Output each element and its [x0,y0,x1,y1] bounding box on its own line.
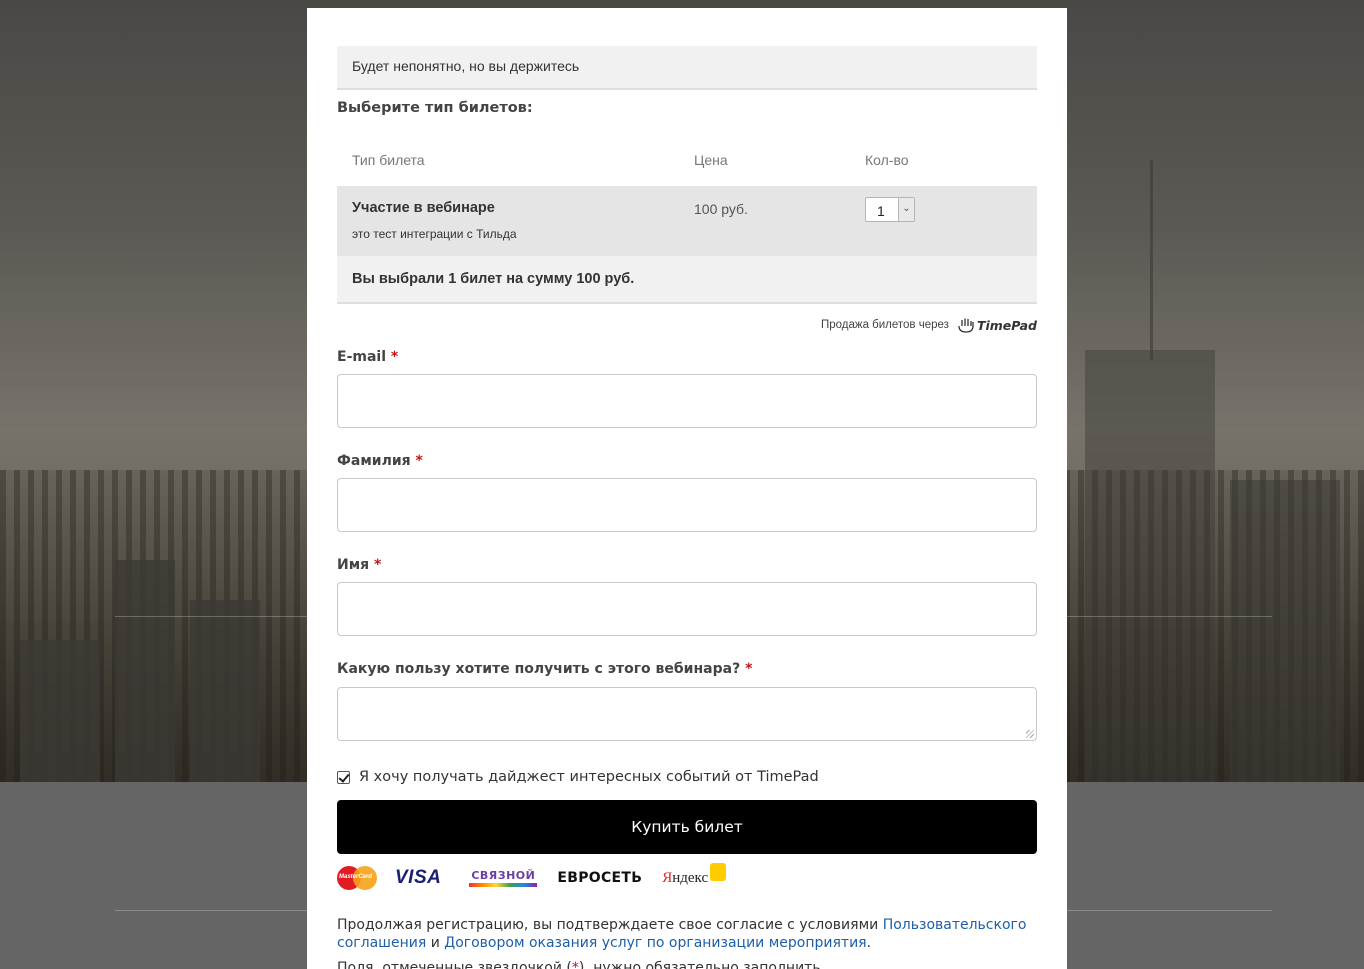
benefit-textarea[interactable] [337,687,1037,741]
required-mark: * [390,349,399,365]
event-title-bar: Будет непонятно, но вы держитесь [337,46,1037,90]
background-building [20,640,100,782]
powered-by: Продажа билетов через TimePad [821,315,1037,335]
column-header-quantity: Кол-во [865,152,909,168]
background-building [115,560,175,782]
ticket-description: это тест интеграции с Тильда [352,227,517,241]
order-summary-text: Вы выбрали 1 билет на сумму 100 руб. [352,271,635,287]
resize-grip-icon[interactable] [1026,730,1034,738]
benefit-label-text: Какую пользу хотите получить с этого веб… [337,661,741,677]
background-divider [1067,616,1272,617]
benefit-label: Какую пользу хотите получить с этого веб… [337,661,752,677]
timepad-brand: TimePad [976,317,1037,333]
consent-middle: и [426,935,445,951]
ticket-name: Участие в вебинаре [352,200,495,216]
payment-methods: MasterCard VISA СВЯЗНОЙ ЕВРОСЕТЬ Яндекс [337,863,727,893]
service-contract-link[interactable]: Договором оказания услуг по организации … [444,935,866,951]
digest-checkbox-label[interactable]: Я хочу получать дайджест интересных собы… [359,769,819,785]
svyaznoy-logo: СВЯЗНОЙ [469,869,538,887]
wallet-icon [710,863,727,881]
timepad-hand-icon [958,318,974,333]
digest-checkbox[interactable] [337,770,350,784]
column-header-price: Цена [694,152,728,168]
ticket-table-header: Тип билета Цена Кол-во [337,144,1037,186]
required-fields-note: Поля, отмеченные звездочкой (*), нужно о… [337,960,1037,969]
timepad-logo[interactable]: TimePad [957,317,1037,333]
svyaznoy-text: СВЯЗНОЙ [471,869,536,882]
euroset-logo: ЕВРОСЕТЬ [557,870,643,886]
quantity-select[interactable]: 1 ⌄ [865,197,915,222]
required-mark: * [415,453,423,469]
surname-label-text: Фамилия [337,453,411,469]
mastercard-text: MasterCard [339,874,373,880]
background-divider [115,910,307,911]
buy-ticket-button[interactable]: Купить билет [337,800,1037,854]
column-header-type: Тип билета [352,152,425,168]
chevron-down-icon[interactable]: ⌄ [898,198,914,221]
email-label: E-mail * [337,349,398,365]
surname-label: Фамилия * [337,453,423,469]
required-mark: * [745,661,753,677]
yandex-rest: ндекс [672,870,709,886]
yandex-y: Я [662,870,673,886]
event-title: Будет непонятно, но вы держитесь [352,58,580,74]
email-label-text: E-mail [337,349,387,365]
order-summary: Вы выбрали 1 билет на сумму 100 руб. [337,256,1037,304]
note-required-mark: * [571,960,579,969]
mastercard-logo: MasterCard [337,866,377,890]
surname-field[interactable] [337,478,1037,532]
digest-checkbox-row[interactable]: Я хочу получать дайджест интересных собы… [337,768,819,786]
name-field[interactable] [337,582,1037,636]
background-divider [1067,910,1272,911]
note-prefix: Поля, отмеченные звездочкой ( [337,960,572,969]
background-building [1085,350,1215,782]
background-divider [115,616,307,617]
background-building [190,600,260,782]
required-mark: * [374,557,382,573]
yandex-money-logo: Яндекс [662,863,727,887]
consent-prefix: Продолжая регистрацию, вы подтверждаете … [337,917,883,933]
registration-modal: Будет непонятно, но вы держитесь Выберит… [307,8,1067,969]
name-label: Имя * [337,557,381,573]
powered-by-text: Продажа билетов через [820,319,949,331]
background-antenna [1150,160,1153,360]
consent-text: Продолжая регистрацию, вы подтверждаете … [337,916,1037,952]
background-building [1230,480,1340,782]
name-label-text: Имя [337,557,370,573]
note-suffix: ), нужно обязательно заполнить. [578,960,826,969]
ticket-price: 100 руб. [694,201,748,217]
email-field[interactable] [337,374,1037,428]
consent-suffix: . [866,935,872,951]
visa-logo: VISA [395,867,442,888]
ticket-section-title: Выберите тип билетов: [337,100,533,116]
ticket-row: Участие в вебинаре это тест интеграции с… [337,186,1037,256]
quantity-value: 1 [877,203,885,219]
